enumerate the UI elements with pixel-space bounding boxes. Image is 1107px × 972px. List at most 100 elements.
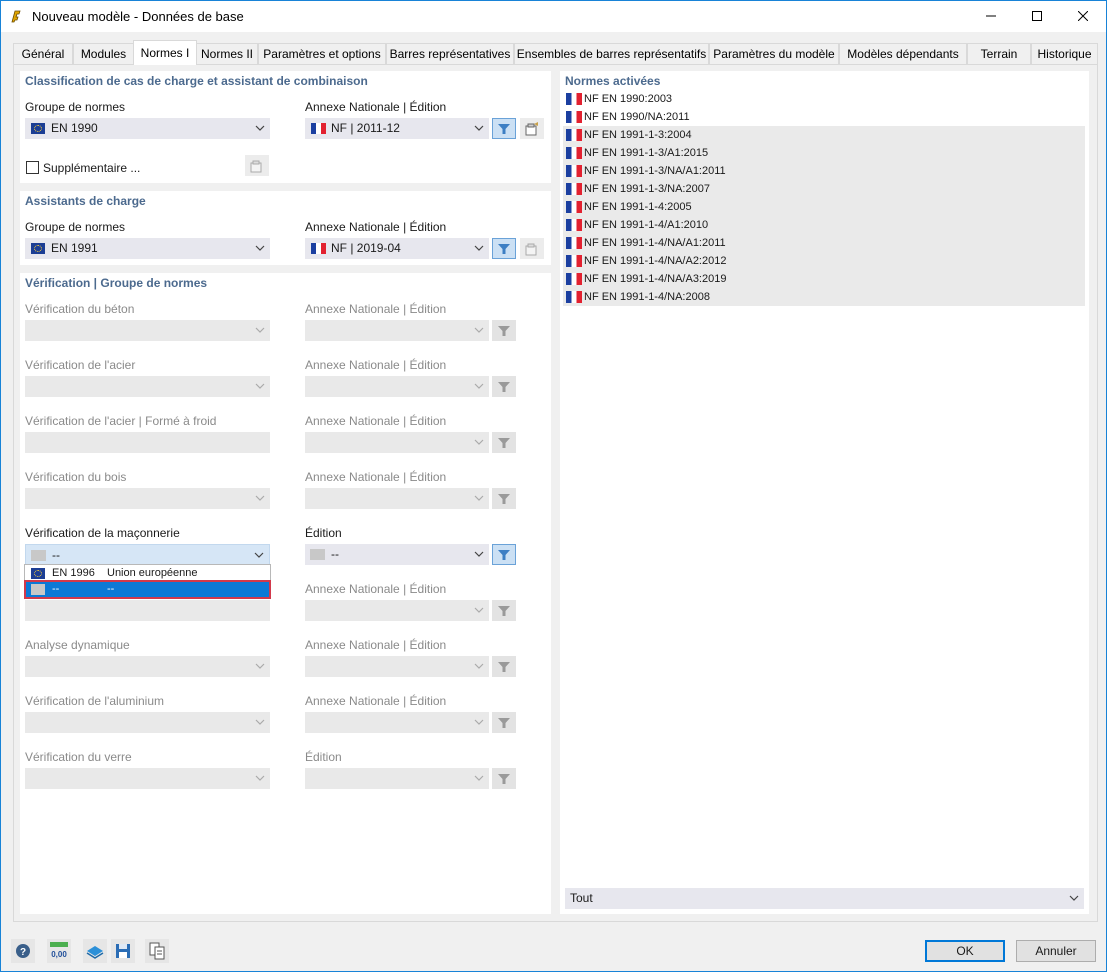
glass-edition-select[interactable] (305, 768, 489, 789)
save-template-button[interactable] (111, 939, 135, 963)
timber-annex-select[interactable] (305, 488, 489, 509)
cold-formed-filter-button[interactable] (492, 432, 516, 453)
list-item[interactable]: NF EN 1991-1-4/NA:2008 (563, 288, 1085, 306)
list-item[interactable]: NF EN 1990/NA:2011 (563, 108, 1085, 126)
dialog-footer: ? 0,00 OK Annuler (1, 931, 1106, 971)
list-item[interactable]: NF EN 1991-1-4/A1:2010 (563, 216, 1085, 234)
concrete-annex-select[interactable] (305, 320, 489, 341)
verification-annex-label: Annexe Nationale | Édition (305, 582, 447, 596)
timber-filter-button[interactable] (492, 488, 516, 509)
list-item[interactable]: NF EN 1991-1-3/A1:2015 (563, 144, 1085, 162)
load-wizards-panel: Assistants de charge Groupe de normes EN… (20, 191, 551, 265)
concrete-verification-select[interactable] (25, 320, 270, 341)
classification-edit-button[interactable] (520, 118, 544, 139)
masonry-edition-value: -- (331, 547, 339, 561)
tab-parametres-modele[interactable]: Paramètres du modèle (709, 43, 839, 65)
masonry-filter-button[interactable] (492, 544, 516, 565)
verification-annex-label: Annexe Nationale | Édition (305, 694, 447, 708)
dropdown-option[interactable]: EN 1996 Union européenne (26, 566, 269, 581)
standards-filter-value: Tout (570, 891, 593, 905)
verification-row-label: Vérification du verre (25, 750, 132, 764)
chevron-down-icon (474, 719, 484, 725)
list-item[interactable]: NF EN 1990:2003 (563, 90, 1085, 108)
supplementary-edit-button[interactable] (245, 155, 269, 176)
timber-verification-select[interactable] (25, 488, 270, 509)
dynamic-analysis-select[interactable] (25, 656, 270, 677)
cancel-button[interactable]: Annuler (1016, 940, 1096, 962)
steel-annex-select[interactable] (305, 376, 489, 397)
steel-filter-button[interactable] (492, 376, 516, 397)
chevron-down-icon (474, 663, 484, 669)
aluminium-filter-button[interactable] (492, 712, 516, 733)
chevron-down-icon (255, 245, 265, 251)
load-wizards-annex-label: Annexe Nationale | Édition (305, 220, 447, 234)
tab-general[interactable]: Général (13, 43, 73, 65)
chevron-down-icon (255, 125, 265, 131)
hidden-annex-select[interactable] (305, 600, 489, 621)
standard-name: NF EN 1991-1-3:2004 (584, 129, 692, 141)
france-flag-icon (566, 165, 582, 177)
list-item[interactable]: NF EN 1991-1-4/NA/A2:2012 (563, 252, 1085, 270)
minimize-button[interactable] (968, 1, 1014, 31)
copy-button[interactable] (145, 939, 169, 963)
load-wizards-filter-button[interactable] (492, 238, 516, 259)
model-info-button[interactable] (83, 939, 107, 963)
tab-normes-1[interactable]: Normes I (133, 40, 197, 65)
cold-formed-annex-select[interactable] (305, 432, 489, 453)
option-code: -- (52, 583, 60, 595)
list-item[interactable]: NF EN 1991-1-4/NA/A1:2011 (563, 234, 1085, 252)
tab-barres-representatives[interactable]: Barres représentatives (386, 43, 514, 65)
classification-annex-label: Annexe Nationale | Édition (305, 100, 447, 114)
tab-modeles-dependants[interactable]: Modèles dépendants (839, 43, 967, 65)
classification-group-select[interactable]: EN 1990 (25, 118, 270, 139)
help-button[interactable]: ? (11, 939, 35, 963)
units-button[interactable]: 0,00 (47, 939, 71, 963)
hidden-verification-select[interactable] (25, 600, 270, 621)
masonry-edition-select[interactable]: -- (305, 544, 489, 565)
cold-formed-steel-select[interactable] (25, 432, 270, 453)
maximize-button[interactable] (1014, 1, 1060, 31)
load-wizards-annex-select[interactable]: NF | 2019-04 (305, 238, 489, 259)
masonry-edition-label: Édition (305, 526, 342, 540)
list-item[interactable]: NF EN 1991-1-4/NA/A3:2019 (563, 270, 1085, 288)
classification-annex-select[interactable]: NF | 2011-12 (305, 118, 489, 139)
no-flag-icon (31, 584, 45, 595)
masonry-verification-label: Vérification de la maçonnerie (25, 526, 180, 540)
glass-verification-select[interactable] (25, 768, 270, 789)
standard-name: NF EN 1991-1-3/NA:2007 (584, 183, 710, 195)
dynamic-filter-button[interactable] (492, 656, 516, 677)
france-flag-icon (566, 183, 582, 195)
tab-modules[interactable]: Modules (73, 43, 134, 65)
ok-button[interactable]: OK (925, 940, 1005, 962)
list-item[interactable]: NF EN 1991-1-3/NA:2007 (563, 180, 1085, 198)
tab-historique[interactable]: Historique (1031, 43, 1098, 65)
tab-normes-2[interactable]: Normes II (196, 43, 258, 65)
supplementary-checkbox[interactable] (26, 161, 39, 174)
aluminium-verification-select[interactable] (25, 712, 270, 733)
concrete-filter-button[interactable] (492, 320, 516, 341)
masonry-verification-select[interactable]: -- (25, 544, 270, 565)
standards-filter-select[interactable]: Tout (565, 888, 1084, 909)
dropdown-option-selected[interactable]: -- -- (24, 580, 271, 599)
chevron-down-icon (474, 439, 484, 445)
units-icon: 0,00 (50, 942, 68, 959)
load-wizards-edit-button[interactable] (520, 238, 544, 259)
verification-annex-label: Annexe Nationale | Édition (305, 414, 447, 428)
hidden-filter-button[interactable] (492, 600, 516, 621)
title-bar: Nouveau modèle - Données de base (1, 1, 1106, 32)
steel-verification-select[interactable] (25, 376, 270, 397)
classification-filter-button[interactable] (492, 118, 516, 139)
list-item[interactable]: NF EN 1991-1-3:2004 (563, 126, 1085, 144)
tab-ensembles-barres[interactable]: Ensembles de barres représentatifs (514, 43, 709, 65)
active-standards-list: NF EN 1990:2003 NF EN 1990/NA:2011 NF EN… (563, 90, 1085, 306)
close-button[interactable] (1060, 1, 1106, 31)
dynamic-annex-select[interactable] (305, 656, 489, 677)
tab-terrain[interactable]: Terrain (967, 43, 1031, 65)
list-item[interactable]: NF EN 1991-1-4:2005 (563, 198, 1085, 216)
list-item[interactable]: NF EN 1991-1-3/NA/A1:2011 (563, 162, 1085, 180)
aluminium-annex-select[interactable] (305, 712, 489, 733)
load-wizards-group-select[interactable]: EN 1991 (25, 238, 270, 259)
glass-filter-button[interactable] (492, 768, 516, 789)
svg-text:?: ? (20, 947, 26, 958)
tab-parametres-options[interactable]: Paramètres et options (258, 43, 386, 65)
